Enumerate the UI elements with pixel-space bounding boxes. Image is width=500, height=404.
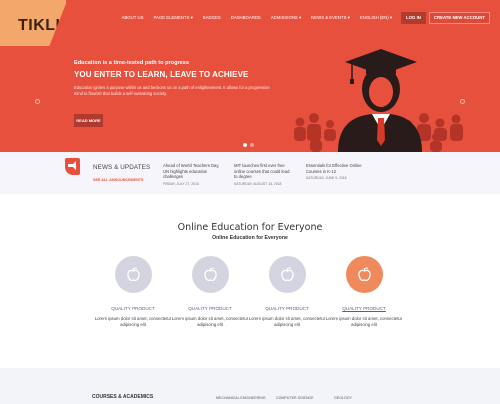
- hero-section: TIKLI About Us Page Elements ▾ Badges Da…: [0, 0, 500, 152]
- slider-dots: [243, 143, 254, 147]
- slider-prev-icon[interactable]: [35, 99, 40, 104]
- feature-description: Lorem ipsum dolor sit amet, consectetur …: [325, 316, 403, 327]
- news-section: News & Updates See All Announcements Ahe…: [0, 152, 500, 194]
- apple-icon: [126, 267, 140, 282]
- graduate-figure-icon: [338, 49, 422, 152]
- logo-badge[interactable]: TIKLI: [0, 0, 66, 46]
- language-selector[interactable]: English (EN) ▾: [355, 14, 397, 22]
- section-title: Online Education for Everyone: [177, 222, 323, 233]
- news-item[interactable]: Ahead of World Teachers Day, UN highligh…: [163, 163, 221, 186]
- hero-title: YOU ENTER TO LEARN, LEAVE TO ACHIEVE: [74, 70, 249, 79]
- megaphone-icon: [65, 158, 80, 175]
- feature-circle[interactable]: [114, 256, 152, 293]
- feature-circle[interactable]: [268, 256, 306, 293]
- footer-title: Courses & Academics: [92, 394, 154, 400]
- read-more-button[interactable]: Read More: [74, 114, 103, 127]
- hero-text: Education is a time-tested path to progr…: [74, 60, 294, 97]
- news-item-text[interactable]: MIT launches first ever free online cour…: [234, 163, 292, 180]
- hero-description: Education ignites a purpose within us an…: [74, 85, 270, 96]
- news-item[interactable]: MIT launches first ever free online cour…: [234, 163, 292, 186]
- feature-label[interactable]: Quality Product: [170, 306, 250, 311]
- see-all-announcements-link[interactable]: See All Announcements: [93, 178, 143, 182]
- nav-dashboards[interactable]: Dashboards: [226, 14, 266, 22]
- news-item[interactable]: Essentials for Effective Online Courses …: [306, 163, 364, 180]
- feature-label[interactable]: Quality Product: [247, 306, 327, 311]
- news-item-date: Friday, July 27, 2018: [163, 181, 199, 186]
- news-item-date: Saturday, August 18, 2018: [234, 181, 282, 186]
- nav-about-us[interactable]: About Us: [117, 14, 149, 22]
- feature-card: Quality Product Lorem ipsum dolor sit am…: [170, 256, 250, 327]
- feature-description: Lorem ipsum dolor sit amet, consectetur …: [171, 316, 249, 327]
- nav-page-elements[interactable]: Page Elements ▾: [148, 14, 197, 22]
- news-item-date: Saturday, June 9, 2018: [306, 176, 347, 180]
- page: TIKLI About Us Page Elements ▾ Badges Da…: [0, 0, 500, 404]
- slider-dot-2[interactable]: [250, 143, 254, 147]
- create-account-button[interactable]: Create New Account: [428, 12, 490, 24]
- footer-link[interactable]: Mechanical Engineering: [216, 396, 266, 400]
- feature-circle[interactable]: [345, 256, 383, 293]
- apple-icon: [357, 267, 371, 282]
- feature-circle[interactable]: [191, 256, 229, 293]
- slider-dot-1[interactable]: [243, 143, 247, 147]
- feature-card: Quality Product Lorem ipsum dolor sit am…: [247, 256, 327, 327]
- footer-link[interactable]: Computer Science: [276, 396, 314, 400]
- nav-admissions[interactable]: Admissions ▾: [266, 14, 306, 22]
- nav-news-events[interactable]: News & Events ▾: [306, 14, 355, 22]
- feature-description: Lorem ipsum dolor sit amet, consectetur …: [94, 316, 172, 327]
- news-title: News & Updates: [93, 164, 151, 171]
- feature-description: Lorem ipsum dolor sit amet, consectetur …: [248, 316, 326, 327]
- hero-subtitle: Education is a time-tested path to progr…: [74, 60, 190, 66]
- graduate-illustration: [294, 49, 463, 152]
- footer-link[interactable]: Geology: [334, 396, 352, 400]
- footer-section: Courses & Academics Mechanical Engineeri…: [0, 368, 500, 404]
- apple-icon: [280, 267, 294, 282]
- feature-card: Quality Product Lorem ipsum dolor sit am…: [324, 256, 404, 327]
- apple-icon: [203, 267, 217, 282]
- section-subtitle: Online Education for Everyone: [212, 235, 288, 241]
- top-navigation: About Us Page Elements ▾ Badges Dashboar…: [117, 12, 490, 24]
- feature-label[interactable]: Quality Product: [324, 306, 404, 311]
- feature-label[interactable]: Quality Product: [93, 306, 173, 311]
- login-button[interactable]: Log In: [401, 12, 426, 24]
- nav-badges[interactable]: Badges: [198, 14, 226, 22]
- news-item-text[interactable]: Ahead of World Teachers Day, UN highligh…: [163, 163, 221, 180]
- logo[interactable]: TIKLI: [18, 17, 61, 35]
- feature-card: Quality Product Lorem ipsum dolor sit am…: [93, 256, 173, 327]
- news-item-text[interactable]: Essentials for Effective Online Courses …: [306, 163, 364, 174]
